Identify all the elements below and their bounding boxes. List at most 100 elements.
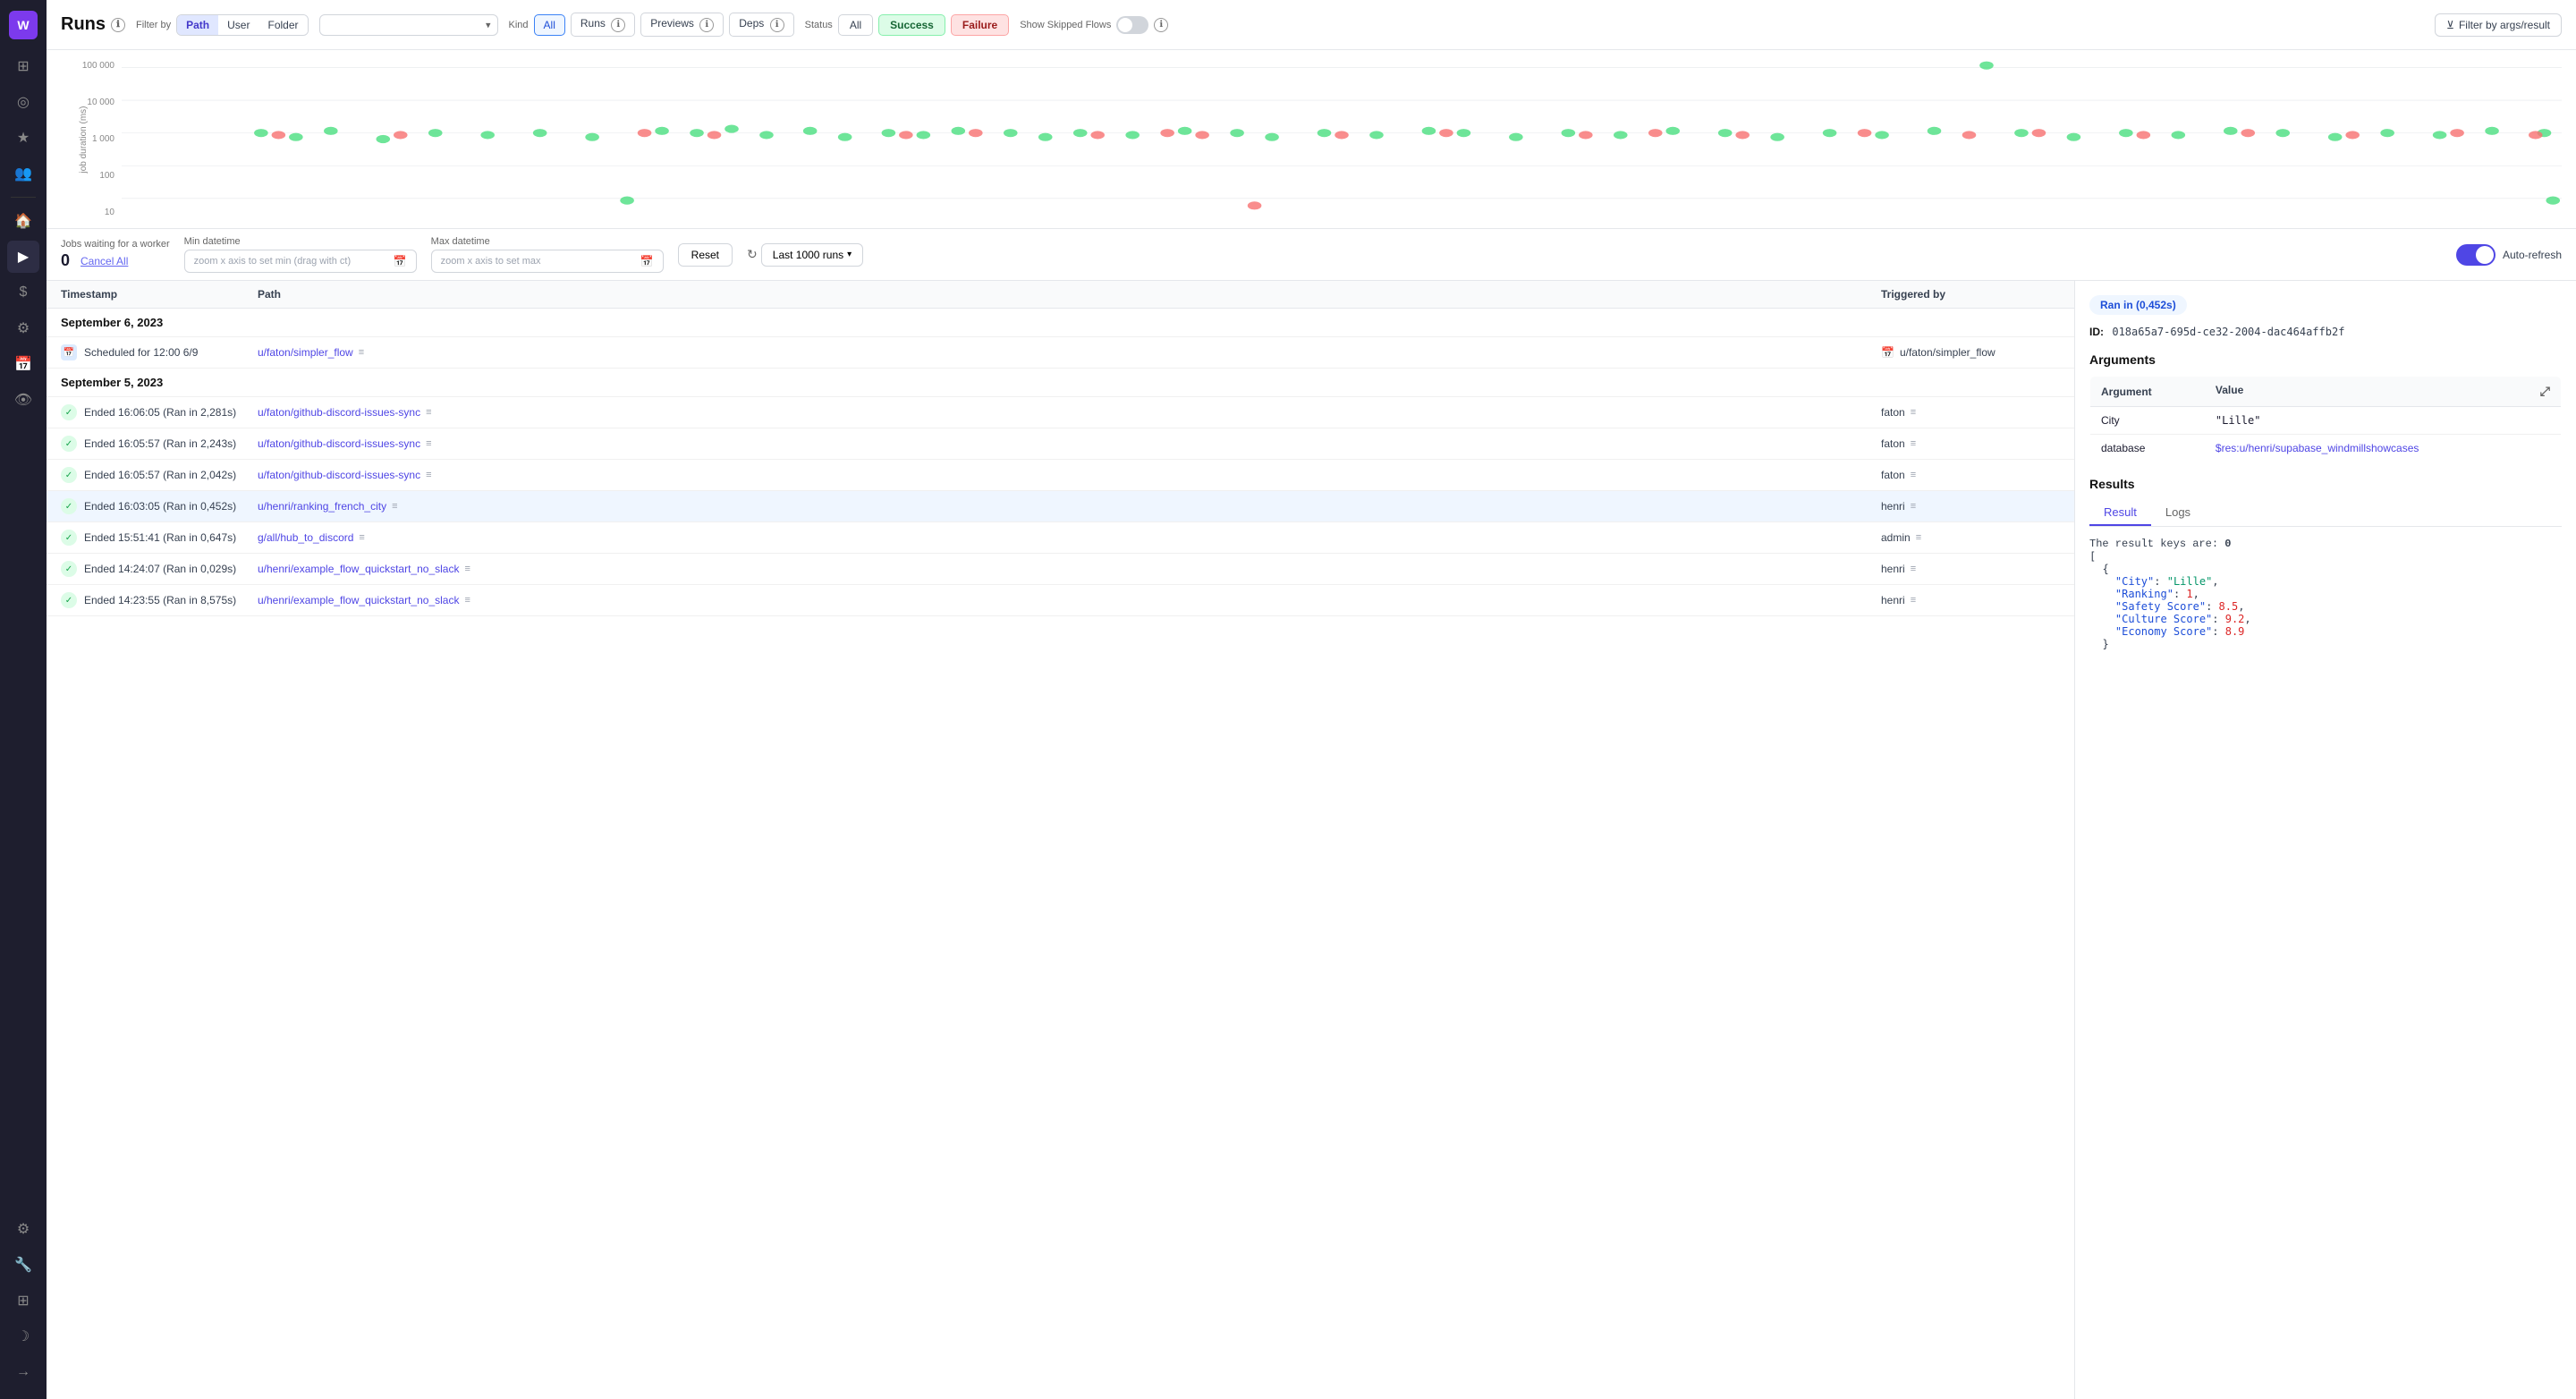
sidebar-icon-dashboard[interactable]: ⊞ bbox=[7, 50, 39, 82]
status-failure-btn[interactable]: Failure bbox=[951, 14, 1009, 36]
min-datetime-label: Min datetime bbox=[184, 236, 417, 247]
date-group-sep5: September 5, 2023 bbox=[47, 369, 2074, 397]
filter-args-btn[interactable]: ⊻ Filter by args/result bbox=[2435, 13, 2562, 37]
triggered-filter-icon[interactable]: ≡ bbox=[1911, 564, 1916, 574]
previews-info-icon[interactable]: ℹ bbox=[699, 18, 714, 32]
triggered-filter-icon[interactable]: ≡ bbox=[1911, 501, 1916, 512]
sidebar-icon-expand[interactable]: → bbox=[7, 1356, 39, 1388]
path-filter-icon[interactable]: ≡ bbox=[359, 532, 364, 543]
path-link[interactable]: u/henri/example_flow_quickstart_no_slack bbox=[258, 563, 459, 575]
kind-deps-btn[interactable]: Deps ℹ bbox=[729, 13, 793, 37]
date-group-sep6: September 6, 2023 bbox=[47, 309, 2074, 337]
path-cell: g/all/hub_to_discord ≡ bbox=[258, 531, 1881, 544]
sidebar-icon-settings[interactable]: ⚙ bbox=[7, 1213, 39, 1245]
table-row[interactable]: ✓ Ended 14:23:55 (Ran in 8,575s) u/henri… bbox=[47, 585, 2074, 616]
table-row[interactable]: 📅 Scheduled for 12:00 6/9 u/faton/simple… bbox=[47, 337, 2074, 369]
path-link[interactable]: u/henri/example_flow_quickstart_no_slack bbox=[258, 594, 459, 606]
skipped-info-icon[interactable]: ℹ bbox=[1154, 18, 1168, 32]
timestamp-value: Ended 14:24:07 (Ran in 0,029s) bbox=[84, 563, 236, 575]
table-row[interactable]: ✓ Ended 15:51:41 (Ran in 0,647s) g/all/h… bbox=[47, 522, 2074, 554]
arg-db-name: database bbox=[2090, 435, 2205, 462]
status-success-icon: ✓ bbox=[61, 561, 77, 577]
triggered-filter-icon[interactable]: ≡ bbox=[1911, 407, 1916, 418]
kind-runs-btn[interactable]: Runs ℹ bbox=[571, 13, 635, 37]
min-datetime-input[interactable]: zoom x axis to set min (drag with ct) 📅 bbox=[184, 250, 417, 273]
table-row[interactable]: ✓ Ended 16:05:57 (Ran in 2,243s) u/faton… bbox=[47, 428, 2074, 460]
path-link[interactable]: u/faton/github-discord-issues-sync bbox=[258, 469, 420, 481]
title-info-icon[interactable]: ℹ bbox=[111, 18, 125, 32]
last-runs-btn[interactable]: Last 1000 runs ▾ bbox=[761, 243, 863, 267]
table-row[interactable]: ✓ Ended 16:05:57 (Ran in 2,042s) u/faton… bbox=[47, 460, 2074, 491]
kind-all-btn[interactable]: All bbox=[534, 14, 565, 36]
tab-logs[interactable]: Logs bbox=[2151, 500, 2205, 526]
path-link[interactable]: u/henri/ranking_french_city bbox=[258, 500, 386, 513]
path-link[interactable]: g/all/hub_to_discord bbox=[258, 531, 353, 544]
autorefresh-toggle[interactable] bbox=[2456, 244, 2496, 266]
path-link[interactable]: u/faton/github-discord-issues-sync bbox=[258, 437, 420, 450]
triggered-filter-icon[interactable]: ≡ bbox=[1911, 595, 1916, 606]
triggered-filter-icon[interactable]: ≡ bbox=[1911, 438, 1916, 449]
runs-info-icon[interactable]: ℹ bbox=[611, 18, 625, 32]
resource-link[interactable]: $res:u/henri/supabase_windmillshowcases bbox=[2216, 442, 2419, 454]
sidebar-icon-home[interactable]: 🏠 bbox=[7, 205, 39, 237]
result-intro-text: The result keys are: bbox=[2089, 538, 2218, 550]
tab-result[interactable]: Result bbox=[2089, 500, 2151, 526]
sidebar-icon-favorites[interactable]: ★ bbox=[7, 122, 39, 154]
path-filter-icon[interactable]: ≡ bbox=[426, 407, 431, 418]
status-success-btn[interactable]: Success bbox=[878, 14, 945, 36]
app-logo[interactable]: W bbox=[9, 11, 38, 39]
kind-previews-btn[interactable]: Previews ℹ bbox=[640, 13, 724, 37]
sidebar-icon-monitor[interactable]: 👁 bbox=[7, 384, 39, 416]
deps-info-icon[interactable]: ℹ bbox=[770, 18, 784, 32]
table-row[interactable]: ✓ Ended 14:24:07 (Ran in 0,029s) u/henri… bbox=[47, 554, 2074, 585]
status-all-btn[interactable]: All bbox=[838, 14, 873, 36]
filter-by-section: Filter by Path User Folder bbox=[136, 14, 309, 36]
sidebar-icon-apps[interactable]: ⊞ bbox=[7, 1285, 39, 1317]
sidebar-icon-calendar[interactable]: 📅 bbox=[7, 348, 39, 380]
result-keys-line: The result keys are: 0 bbox=[2089, 538, 2562, 550]
path-filter-icon[interactable]: ≡ bbox=[392, 501, 397, 512]
sidebar-icon-profile[interactable]: ◎ bbox=[7, 86, 39, 118]
reset-btn[interactable]: Reset bbox=[678, 243, 733, 267]
sidebar-icon-moon[interactable]: ☽ bbox=[7, 1320, 39, 1352]
max-datetime-input[interactable]: zoom x axis to set max 📅 bbox=[431, 250, 664, 273]
sidebar-icon-users[interactable]: 👥 bbox=[7, 157, 39, 190]
triggered-filter-icon[interactable]: ≡ bbox=[1916, 532, 1921, 543]
filter-path-btn[interactable]: Path bbox=[177, 15, 218, 35]
path-filter-icon[interactable]: ≡ bbox=[464, 564, 470, 574]
filter-folder-btn[interactable]: Folder bbox=[258, 15, 307, 35]
path-filter-icon[interactable]: ≡ bbox=[426, 438, 431, 449]
timestamp-value: Ended 14:23:55 (Ran in 8,575s) bbox=[84, 594, 236, 606]
path-cell: u/faton/github-discord-issues-sync ≡ bbox=[258, 437, 1881, 450]
calendar-icon-max[interactable]: 📅 bbox=[640, 255, 654, 267]
arg-city-name: City bbox=[2090, 407, 2205, 435]
sidebar-icon-tools[interactable]: 🔧 bbox=[7, 1249, 39, 1281]
col-path: Path bbox=[258, 288, 1881, 301]
path-filter-icon[interactable]: ≡ bbox=[359, 347, 364, 358]
path-link[interactable]: u/faton/github-discord-issues-sync bbox=[258, 406, 420, 419]
table-row[interactable]: ✓ Ended 16:06:05 (Ran in 2,281s) u/faton… bbox=[47, 397, 2074, 428]
timestamp-value: Ended 15:51:41 (Ran in 0,647s) bbox=[84, 531, 236, 544]
path-select[interactable] bbox=[319, 14, 498, 36]
table-row[interactable]: ✓ Ended 16:03:05 (Ran in 0,452s) u/henri… bbox=[47, 491, 2074, 522]
show-skipped-toggle[interactable] bbox=[1116, 16, 1148, 34]
triggered-value: admin bbox=[1881, 531, 1911, 544]
arg-col-argument: Argument bbox=[2090, 377, 2205, 407]
triggered-filter-icon[interactable]: ≡ bbox=[1911, 470, 1916, 480]
deps-label: Deps bbox=[739, 17, 764, 30]
filter-user-btn[interactable]: User bbox=[218, 15, 258, 35]
cancel-all-btn[interactable]: Cancel All bbox=[80, 255, 128, 267]
path-filter-icon[interactable]: ≡ bbox=[464, 595, 470, 606]
path-link[interactable]: u/faton/simpler_flow bbox=[258, 346, 353, 359]
expand-btn[interactable]: ⤢ bbox=[2540, 384, 2550, 399]
path-filter-icon[interactable]: ≡ bbox=[426, 470, 431, 480]
sidebar-icon-resources[interactable]: ⚙ bbox=[7, 312, 39, 344]
calendar-icon-min[interactable]: 📅 bbox=[394, 255, 407, 267]
show-skipped-section: Show Skipped Flows ℹ bbox=[1020, 16, 1168, 34]
status-success-icon: ✓ bbox=[61, 498, 77, 514]
sidebar-icon-dollar[interactable]: $ bbox=[7, 276, 39, 309]
sidebar: W ⊞ ◎ ★ 👥 🏠 ▶ $ ⚙ 📅 👁 ⚙ 🔧 ⊞ ☽ → bbox=[0, 0, 47, 1399]
timestamp-value: Ended 16:06:05 (Ran in 2,281s) bbox=[84, 406, 236, 419]
waiting-label: Jobs waiting for a worker bbox=[61, 239, 170, 250]
sidebar-icon-runs[interactable]: ▶ bbox=[7, 241, 39, 273]
